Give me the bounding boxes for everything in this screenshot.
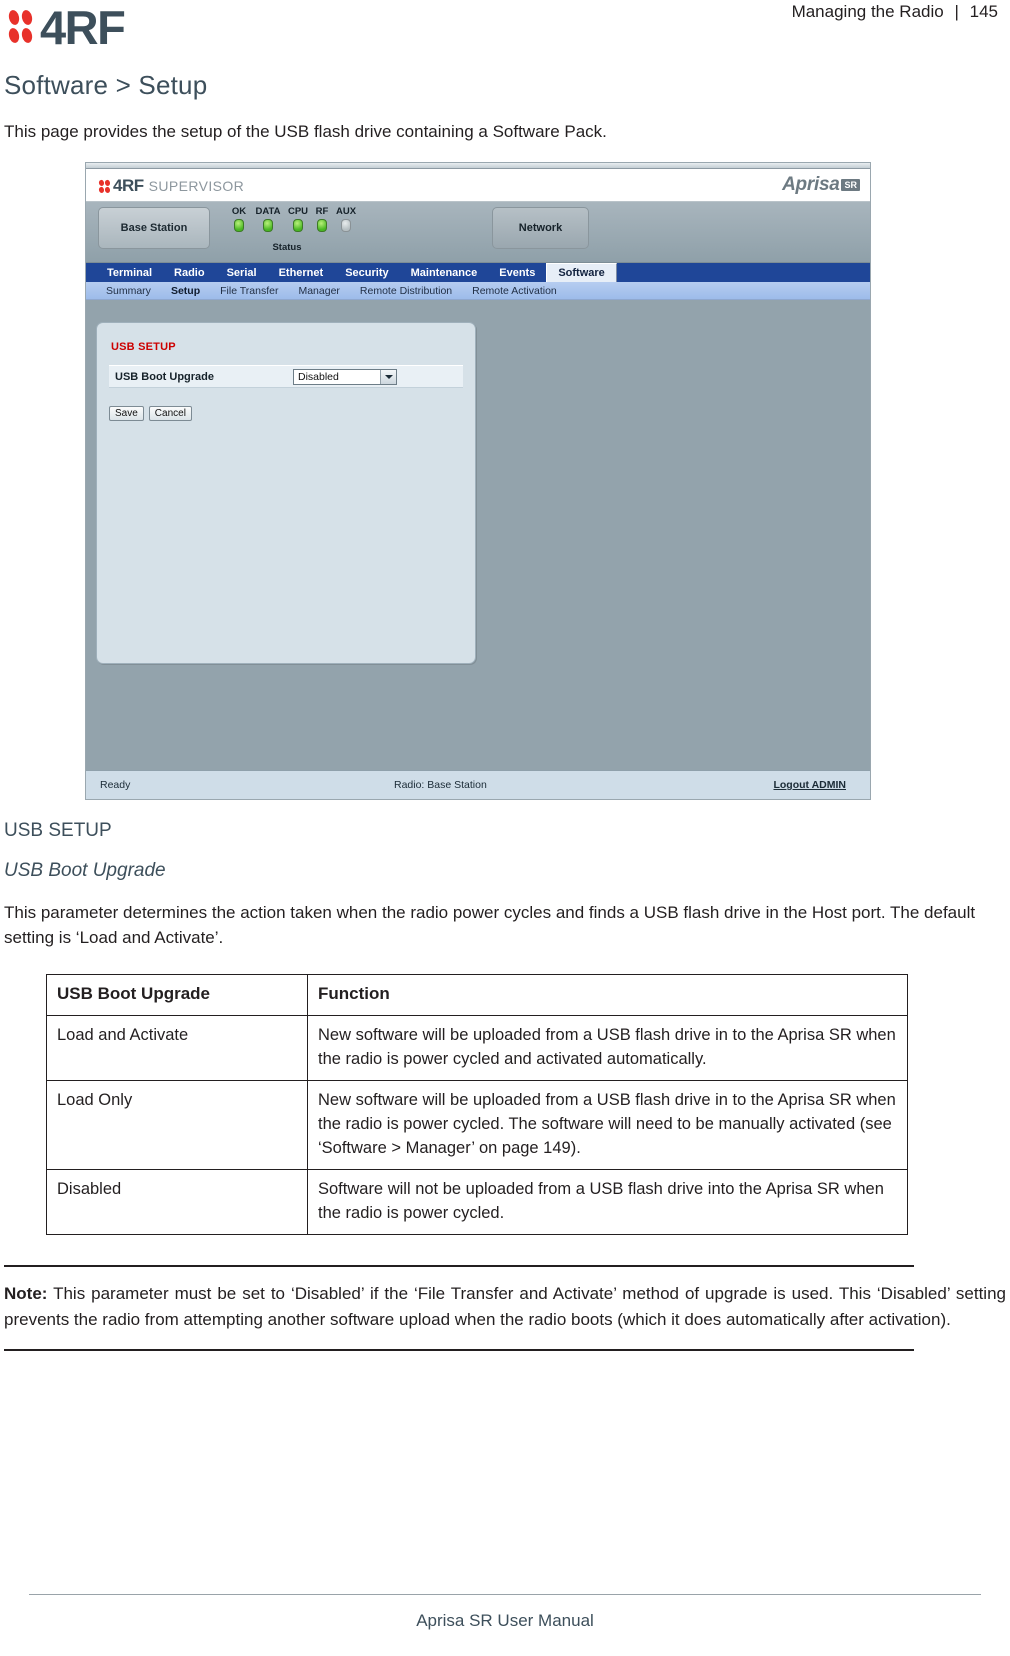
page-header: 4RF Managing the Radio | 145 <box>0 0 1010 62</box>
table-cell-function: Software will not be uploaded from a USB… <box>307 1169 908 1235</box>
aprisa-wordmark: Aprisa <box>782 174 840 195</box>
table-row: Disabled Software will not be uploaded f… <box>46 1169 908 1235</box>
led-ok-icon <box>234 219 244 232</box>
tab-maintenance[interactable]: Maintenance <box>400 263 489 282</box>
led-label-data: DATA <box>255 206 281 217</box>
subtab-file-transfer[interactable]: File Transfer <box>210 285 288 297</box>
parameter-heading: USB Boot Upgrade <box>4 860 166 881</box>
network-button[interactable]: Network <box>492 207 589 249</box>
app-logo: 4RF SUPERVISOR <box>97 176 245 196</box>
tab-radio[interactable]: Radio <box>163 263 216 282</box>
note-text: This parameter must be set to ‘Disabled’… <box>4 1284 1006 1329</box>
tab-terminal[interactable]: Terminal <box>96 263 163 282</box>
tab-ethernet[interactable]: Ethernet <box>268 263 335 282</box>
tab-events[interactable]: Events <box>488 263 546 282</box>
led-cpu-icon <box>293 219 303 232</box>
logout-link[interactable]: Logout ADMIN <box>773 779 846 791</box>
table-cell-function: New software will be uploaded from a USB… <box>307 1080 908 1170</box>
led-indicators <box>226 219 360 232</box>
led-panel: OK DATA CPU RF AUX <box>226 206 360 232</box>
app-brand-bar: 4RF SUPERVISOR Aprisa SR <box>86 169 870 202</box>
four-dots-icon <box>7 7 38 47</box>
intro-paragraph: This page provides the setup of the USB … <box>4 122 607 141</box>
supervisor-screenshot: 4RF SUPERVISOR Aprisa SR Base Station OK… <box>85 162 871 800</box>
app-logo-wordmark: 4RF <box>113 176 144 195</box>
cancel-button[interactable]: Cancel <box>148 406 192 421</box>
table-cell-option: Disabled <box>46 1169 308 1235</box>
led-aux-icon <box>341 219 351 232</box>
aprisa-logo: Aprisa SR <box>782 174 860 196</box>
subtab-remote-activation[interactable]: Remote Activation <box>462 285 567 297</box>
note-top-rule <box>4 1265 914 1267</box>
status-band: Base Station OK DATA CPU RF AUX Status N… <box>86 202 870 263</box>
running-head-title: Managing the Radio <box>791 2 944 21</box>
app-status-bar: Ready Radio: Base Station Logout ADMIN <box>86 770 870 799</box>
led-label-aux: AUX <box>335 206 357 217</box>
page-title: Software > Setup <box>4 70 208 100</box>
main-navigation: Terminal Radio Serial Ethernet Security … <box>86 263 870 282</box>
note-label: Note: <box>4 1284 48 1303</box>
logo-wordmark: 4RF <box>40 0 126 54</box>
section-heading: USB SETUP <box>4 820 112 841</box>
footer-divider <box>29 1594 981 1595</box>
led-data-icon <box>263 219 273 232</box>
running-head: Managing the Radio | 145 <box>792 2 998 22</box>
table-header-row: USB Boot Upgrade Function <box>46 974 908 1016</box>
led-rf-icon <box>317 219 327 232</box>
led-labels: OK DATA CPU RF AUX <box>226 206 360 217</box>
sub-navigation: Summary Setup File Transfer Manager Remo… <box>86 282 870 300</box>
table-row: Load and Activate New software will be u… <box>46 1015 908 1081</box>
subtab-summary[interactable]: Summary <box>96 285 161 297</box>
usb-boot-upgrade-row: USB Boot Upgrade Disabled <box>109 365 463 388</box>
status-caption: Status <box>272 242 302 253</box>
usb-setup-panel: USB SETUP USB Boot Upgrade Disabled Save… <box>96 322 476 664</box>
usb-boot-upgrade-value: Disabled <box>298 370 339 383</box>
note-bottom-rule <box>4 1349 914 1351</box>
status-text: Ready <box>100 779 131 791</box>
save-button[interactable]: Save <box>109 406 144 421</box>
page-footer: Aprisa SR User Manual <box>0 1594 1010 1656</box>
table-header-option: USB Boot Upgrade <box>46 974 308 1016</box>
tab-software[interactable]: Software <box>546 263 617 282</box>
four-dots-icon-small <box>97 179 111 194</box>
running-head-separator: | <box>954 2 959 21</box>
aprisa-sr-badge: SR <box>841 179 860 191</box>
tab-serial[interactable]: Serial <box>216 263 268 282</box>
table-header-function: Function <box>307 974 908 1016</box>
subtab-remote-distribution[interactable]: Remote Distribution <box>350 285 462 297</box>
note-block: Note: This parameter must be set to ‘Dis… <box>4 1281 1006 1333</box>
table-cell-function: New software will be uploaded from a USB… <box>307 1015 908 1081</box>
base-station-button[interactable]: Base Station <box>98 207 210 249</box>
radio-label: Radio: Base Station <box>394 779 487 791</box>
subtab-setup[interactable]: Setup <box>161 285 210 297</box>
usb-boot-upgrade-select[interactable]: Disabled <box>293 368 397 385</box>
parameter-description: This parameter determines the action tak… <box>4 903 976 947</box>
led-label-cpu: CPU <box>287 206 309 217</box>
usb-boot-upgrade-label: USB Boot Upgrade <box>115 370 214 383</box>
page-number: 145 <box>969 2 998 21</box>
subtab-manager[interactable]: Manager <box>288 285 349 297</box>
led-label-ok: OK <box>231 206 247 217</box>
content-area: USB SETUP USB Boot Upgrade Disabled Save… <box>86 300 870 770</box>
chevron-down-icon <box>380 369 396 384</box>
tab-security[interactable]: Security <box>334 263 399 282</box>
table-cell-option: Load and Activate <box>46 1015 308 1081</box>
footer-manual-title: Aprisa SR User Manual <box>416 1611 594 1630</box>
led-label-rf: RF <box>315 206 329 217</box>
panel-actions: Save Cancel <box>109 406 475 421</box>
table-cell-option: Load Only <box>46 1080 308 1170</box>
table-row: Load Only New software will be uploaded … <box>46 1080 908 1170</box>
panel-title: USB SETUP <box>111 341 176 353</box>
usb-boot-upgrade-table: USB Boot Upgrade Function Load and Activ… <box>46 974 908 1235</box>
company-logo: 4RF <box>7 0 126 54</box>
app-product-name: SUPERVISOR <box>148 178 245 194</box>
